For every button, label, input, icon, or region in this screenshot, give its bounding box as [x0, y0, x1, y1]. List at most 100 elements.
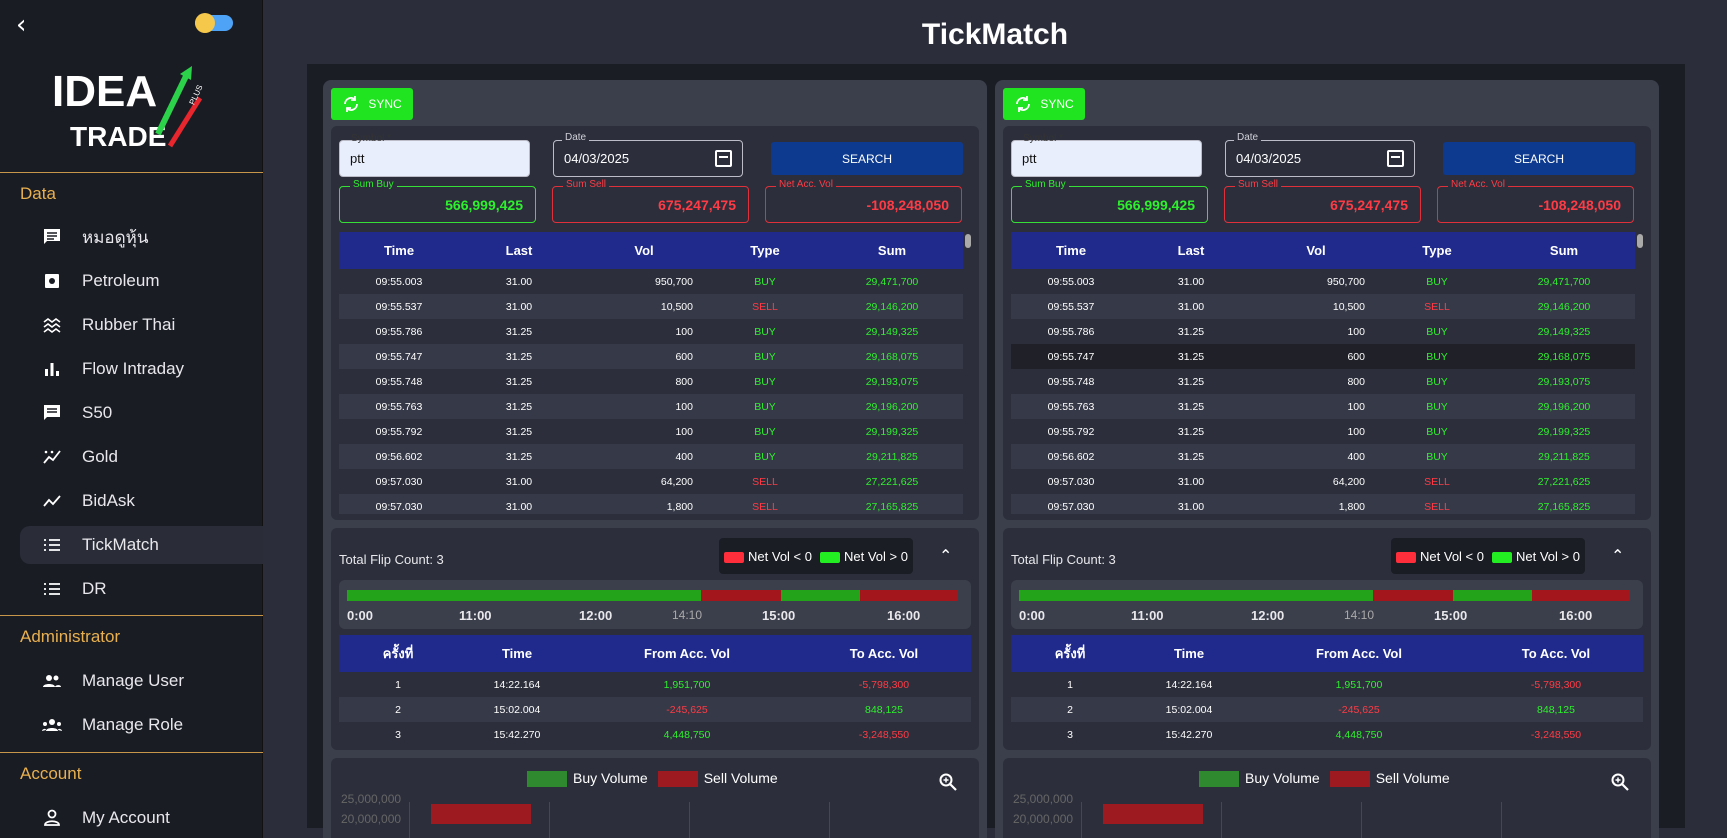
tick-row: 09:55.786 31.25 100 BUY 29,149,325 [339, 319, 963, 344]
legend-sell-volume[interactable]: Sell Volume [1329, 770, 1450, 788]
sum-sell-label: Sum Sell [1235, 179, 1282, 190]
timeline-label: 15:00 [1434, 608, 1468, 623]
search-button[interactable]: SEARCH [771, 142, 963, 175]
tick-header[interactable]: Type [1381, 243, 1493, 258]
flip-row: 1 14:22.164 1,951,700 -5,798,300 [339, 672, 971, 697]
sidebar-item-petroleum[interactable]: Petroleum [20, 262, 263, 300]
toggle-knob [195, 13, 215, 33]
tick-table[interactable]: Time Last Vol Type Sum 09:55.003 31.00 950,7… [1011, 232, 1635, 514]
timeline-label: 16:00 [887, 608, 921, 623]
tick-sum: 29,199,325 [865, 425, 919, 438]
legend-sell-volume[interactable]: Sell Volume [657, 770, 778, 788]
timeline-segment [1452, 590, 1533, 601]
tick-header[interactable]: Vol [579, 243, 709, 258]
tick-sum: 29,149,325 [865, 325, 919, 338]
back-arrow-icon[interactable]: ‹ [16, 10, 26, 40]
timeline-segment [1019, 590, 1374, 601]
timeline-segment [860, 590, 958, 601]
tick-table-scrollbar[interactable] [965, 234, 971, 248]
search-button[interactable]: SEARCH [1443, 142, 1635, 175]
y-axis-label: 25,000,000 [341, 792, 402, 806]
tick-header[interactable]: Sum [821, 243, 963, 258]
legend-negative-label: Net Vol < 0 [748, 548, 812, 564]
calendar-icon[interactable] [1387, 150, 1404, 167]
tick-type: SELL [752, 475, 778, 488]
flip-header: From Acc. Vol [1316, 646, 1402, 661]
sell-volume-swatch [1329, 771, 1370, 788]
sidebar-item-stock-fortune[interactable]: หมอดูหุ้น [20, 218, 263, 256]
tick-time: 09:56.602 [375, 450, 423, 463]
tick-sum: 27,165,825 [1537, 500, 1591, 513]
sum-buy-field: Sum Buy 566,999,425 [339, 179, 536, 223]
tick-row: 09:55.763 31.25 100 BUY 29,196,200 [1011, 394, 1635, 419]
tick-header[interactable]: Last [1131, 243, 1251, 258]
legend-buy-volume[interactable]: Buy Volume [527, 770, 648, 788]
sidebar-item-dr[interactable]: DR [20, 570, 263, 608]
tick-table[interactable]: Time Last Vol Type Sum 09:55.003 31.00 950,7… [339, 232, 963, 514]
list-icon [42, 535, 62, 555]
tick-time: 09:55.003 [1047, 275, 1095, 288]
zoom-icon[interactable] [938, 772, 958, 792]
tick-vol: 64,200 [1332, 475, 1365, 488]
tick-type: SELL [752, 300, 778, 313]
waves-icon [42, 315, 62, 335]
symbol-label: Symbol * [351, 133, 392, 144]
tick-header[interactable]: Type [709, 243, 821, 258]
zoom-icon[interactable] [1610, 772, 1630, 792]
tick-header[interactable]: Vol [1251, 243, 1381, 258]
chevron-up-icon[interactable]: ⌃ [939, 546, 952, 565]
sidebar-item-flow-intraday[interactable]: Flow Intraday [20, 350, 263, 388]
flip-time: 15:02.004 [1165, 703, 1213, 716]
negative-swatch [1396, 551, 1417, 563]
tick-header[interactable]: Last [459, 243, 579, 258]
page-title: TickMatch [921, 18, 1069, 51]
sync-button[interactable]: SYNC [1003, 88, 1085, 120]
symbol-field[interactable]: Symbol * ptt [1011, 133, 1202, 177]
chevron-up-icon[interactable]: ⌃ [1611, 546, 1624, 565]
sync-label: SYNC [1040, 97, 1074, 111]
sidebar-item-my-account[interactable]: My Account [20, 799, 263, 837]
flip-row: 3 15:42.270 4,448,750 -3,248,550 [1011, 722, 1643, 747]
logo-line1: IDEA [52, 67, 157, 116]
sidebar-item-gold[interactable]: Gold [20, 438, 263, 476]
sidebar-item-label: Gold [82, 447, 118, 466]
search-card: Symbol * ptt Date 04/03/2025 SEARCH Sum … [1003, 126, 1651, 520]
flip-index: 2 [395, 703, 401, 716]
sidebar-item-bidask[interactable]: BidAsk [20, 482, 263, 520]
tick-type: BUY [1426, 375, 1448, 388]
sum-buy-field: Sum Buy 566,999,425 [1011, 179, 1208, 223]
sync-button[interactable]: SYNC [331, 88, 413, 120]
date-label: Date [1234, 132, 1262, 143]
negative-swatch [724, 551, 745, 563]
flip-table-header: ครั้งที่ Time From Acc. Vol To Acc. Vol [339, 635, 971, 672]
tick-time: 09:57.030 [1047, 475, 1095, 488]
tick-time: 09:55.792 [375, 425, 423, 438]
sidebar-item-manage-role[interactable]: Manage Role [20, 706, 263, 744]
list-icon [42, 579, 62, 599]
tick-row: 09:55.747 31.25 600 BUY 29,168,075 [339, 344, 963, 369]
tick-table-scrollbar[interactable] [1637, 234, 1643, 248]
sidebar-item-tickmatch[interactable]: TickMatch [20, 526, 263, 564]
tick-row: 09:55.537 31.00 10,500 SELL 29,146,200 [1011, 294, 1635, 319]
date-field[interactable]: Date 04/03/2025 [553, 132, 743, 177]
legend-negative: Net Vol < 0 [724, 549, 812, 564]
tick-header[interactable]: Time [1011, 243, 1131, 258]
net-vol-legend: Net Vol < 0 Net Vol > 0 [1391, 538, 1585, 574]
calendar-icon[interactable] [715, 150, 732, 167]
sidebar-item-rubber-thai[interactable]: Rubber Thai [20, 306, 263, 344]
tick-header[interactable]: Time [339, 243, 459, 258]
tick-header[interactable]: Sum [1493, 243, 1635, 258]
logo-plus: PLUS [188, 83, 205, 106]
flip-from: 4,448,750 [1335, 728, 1383, 741]
sidebar-item-s50[interactable]: S50 [20, 394, 263, 432]
legend-buy-volume[interactable]: Buy Volume [1199, 770, 1320, 788]
theme-toggle[interactable] [195, 13, 233, 33]
tick-time: 09:57.030 [1047, 500, 1095, 513]
tick-vol: 10,500 [660, 300, 693, 313]
tick-last: 31.25 [1177, 375, 1205, 388]
tick-sum: 29,211,825 [866, 450, 918, 463]
tick-sum: 29,471,700 [1537, 275, 1591, 288]
date-field[interactable]: Date 04/03/2025 [1225, 132, 1415, 177]
symbol-field[interactable]: Symbol * ptt [339, 133, 530, 177]
sidebar-item-manage-user[interactable]: Manage User [20, 662, 263, 700]
